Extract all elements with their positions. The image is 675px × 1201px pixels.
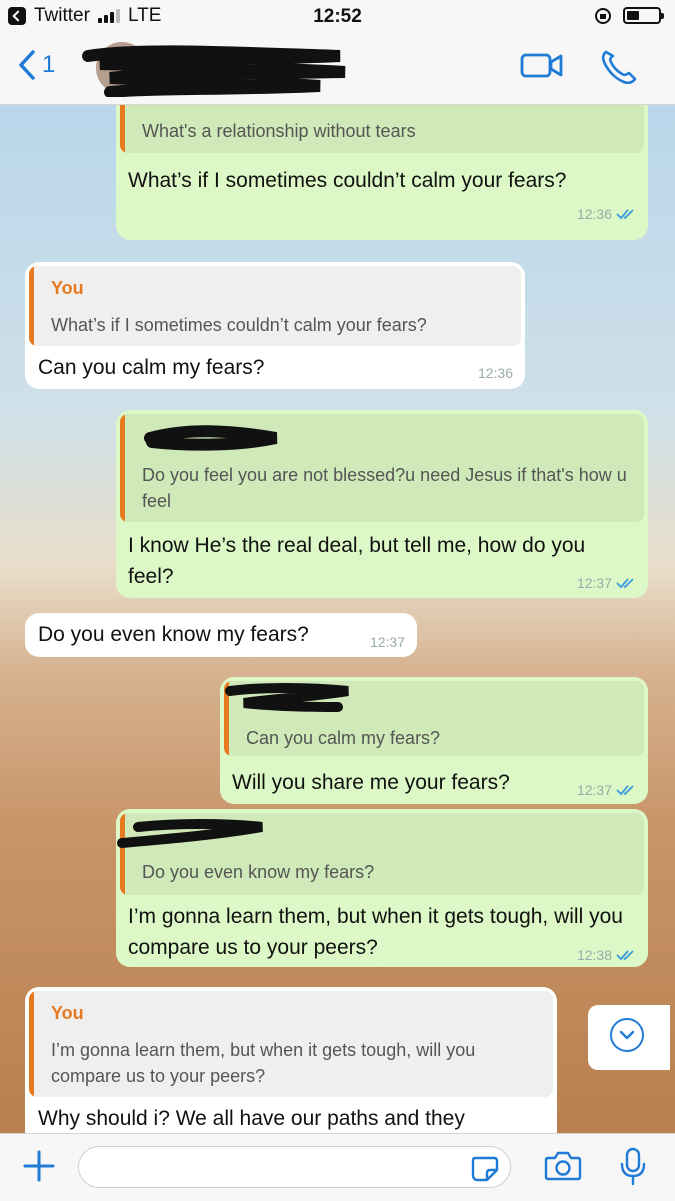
double-check-icon	[616, 950, 634, 961]
message-time: 12:36	[477, 365, 513, 381]
quoted-text: What’s if I sometimes couldn’t calm your…	[51, 315, 427, 335]
redacted-quote-author	[144, 425, 278, 451]
chat-area[interactable]: What's a relationship without tears What…	[0, 105, 675, 1133]
message-text: What’s if I sometimes couldn’t calm your…	[128, 169, 567, 192]
quoted-author: You	[51, 1003, 84, 1023]
status-bar: Twitter LTE 12:52	[0, 0, 675, 34]
message-incoming[interactable]: You I’m gonna learn them, but when it ge…	[25, 987, 557, 1133]
message-meta: 12:38	[577, 947, 636, 963]
quoted-author: You	[51, 278, 84, 298]
message-outgoing[interactable]: What's a relationship without tears What…	[116, 105, 648, 240]
status-right	[595, 7, 664, 24]
message-text: I’m gonna learn them, but when it gets t…	[128, 905, 623, 959]
plus-icon[interactable]	[22, 1148, 56, 1184]
quoted-text: I’m gonna learn them, but when it gets t…	[51, 1040, 476, 1086]
quoted-reply[interactable]: What's a relationship without tears	[120, 105, 644, 153]
chat-header: 1	[0, 34, 675, 105]
redacted-quote-author	[117, 819, 263, 848]
battery-icon	[623, 7, 664, 24]
message-meta: 12:37	[577, 782, 636, 798]
composer-bar	[0, 1133, 675, 1201]
quoted-text: Do you feel you are not blessed?u need J…	[142, 465, 627, 511]
message-meta: 12:37	[577, 575, 636, 591]
message-text: Will you share me your fears?	[232, 771, 510, 794]
sticker-icon[interactable]	[470, 1154, 500, 1182]
quoted-text: What's a relationship without tears	[142, 121, 416, 141]
message-meta: 12:36	[478, 365, 513, 381]
rotation-lock-icon	[595, 7, 611, 24]
message-incoming[interactable]: Do you even know my fears? 12:37	[25, 613, 417, 657]
chevron-down-icon	[610, 1018, 644, 1052]
scroll-to-bottom-button[interactable]	[588, 1005, 670, 1070]
double-check-icon	[616, 209, 634, 220]
message-text: Do you even know my fears?	[38, 623, 309, 646]
quoted-reply[interactable]: You I’m gonna learn them, but when it ge…	[29, 991, 553, 1097]
message-outgoing[interactable]: Can you calm my fears? Will you share me…	[220, 677, 648, 804]
message-outgoing[interactable]: Do you even know my fears? I’m gonna lea…	[116, 809, 648, 967]
double-check-icon	[616, 578, 634, 589]
message-time: 12:36	[576, 206, 612, 222]
unread-count: 1	[42, 51, 56, 78]
quoted-text: Do you even know my fears?	[142, 862, 375, 882]
back-button[interactable]: 1	[18, 50, 55, 80]
message-time: 12:37	[576, 782, 612, 798]
message-meta: 12:36	[577, 206, 636, 222]
message-outgoing[interactable]: Do you feel you are not blessed?u need J…	[116, 410, 648, 598]
clock: 12:52	[313, 6, 362, 27]
video-call-icon[interactable]	[520, 50, 564, 80]
message-text: Can you calm my fears?	[38, 356, 265, 379]
quoted-text: Can you calm my fears?	[246, 728, 441, 748]
message-time: 12:37	[369, 634, 405, 650]
message-meta: 12:37	[370, 634, 405, 650]
message-time: 12:37	[576, 575, 612, 591]
double-check-icon	[616, 785, 634, 796]
message-text: I know He’s the real deal, but tell me, …	[128, 534, 586, 588]
message-input[interactable]	[78, 1146, 511, 1188]
microphone-icon[interactable]	[620, 1147, 646, 1187]
quoted-reply[interactable]: You What’s if I sometimes couldn’t calm …	[29, 266, 521, 346]
phone-call-icon[interactable]	[600, 48, 638, 84]
chevron-left-icon	[19, 50, 35, 80]
message-incoming[interactable]: You What’s if I sometimes couldn’t calm …	[25, 262, 525, 389]
redacted-quote-author	[225, 683, 349, 712]
redacted-contact-name[interactable]	[80, 42, 350, 97]
camera-icon[interactable]	[544, 1150, 582, 1182]
message-text: Why should i? We all have our paths and …	[38, 1107, 465, 1130]
message-time: 12:38	[576, 947, 612, 963]
